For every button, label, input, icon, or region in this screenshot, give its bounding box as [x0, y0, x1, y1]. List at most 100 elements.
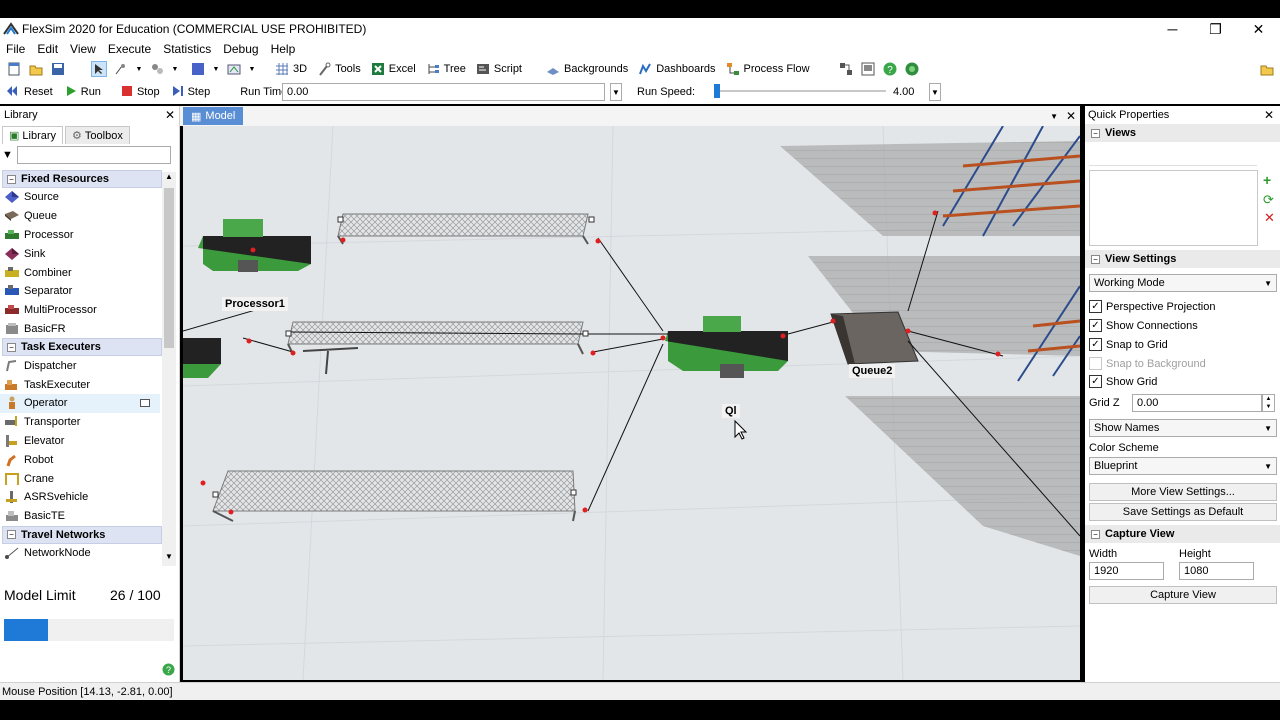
library-item-networknode[interactable]: NetworkNode	[0, 544, 160, 563]
view-mode-select[interactable]: Working Mode ▼	[1089, 274, 1277, 292]
refresh-icon[interactable]: ⟳	[1263, 192, 1274, 208]
library-item-asrsvehicle[interactable]: ASRSvehicle	[0, 488, 160, 507]
help-icon[interactable]: ?	[882, 61, 898, 77]
collapse-icon[interactable]: −	[1091, 529, 1100, 539]
library-item-separator[interactable]: Separator	[0, 282, 160, 301]
connect-mode-icon[interactable]	[113, 61, 129, 77]
show-grid-checkbox[interactable]: ✓ Show Grid	[1089, 375, 1157, 388]
delete-view-icon[interactable]: ✕	[1264, 210, 1275, 226]
run-time-dropdown[interactable]: ▼	[610, 83, 622, 101]
tree-button[interactable]: Tree	[426, 62, 466, 76]
processor-left-partial[interactable]	[183, 338, 221, 378]
backgrounds-button[interactable]: Backgrounds	[546, 62, 628, 76]
library-item-crane[interactable]: Crane	[0, 469, 160, 488]
model-3d-view[interactable]: Processor1 Queue2 Ql	[183, 126, 1080, 680]
library-item-dispatcher[interactable]: Dispatcher	[0, 356, 160, 375]
library-item-multiprocessor[interactable]: MultiProcessor	[0, 301, 160, 320]
checkbox-box[interactable]: ✓	[1089, 375, 1102, 388]
views-name-field[interactable]	[1089, 148, 1257, 166]
help-icon[interactable]: ?	[162, 663, 175, 679]
tab-library[interactable]: ▣ Library	[2, 126, 64, 144]
grid-z-input[interactable]: 0.00	[1132, 394, 1262, 412]
chevron-down-icon[interactable]: ▼	[212, 61, 220, 77]
reset-button[interactable]: Reset	[6, 85, 53, 100]
view-settings-section-header[interactable]: − View Settings	[1085, 250, 1280, 268]
run-speed-thumb[interactable]	[714, 84, 720, 98]
processor-center[interactable]	[665, 316, 788, 378]
run-speed-dropdown[interactable]: ▼	[929, 83, 941, 101]
add-view-icon[interactable]: +	[1263, 172, 1271, 188]
collapse-icon[interactable]: −	[7, 530, 16, 540]
collapse-icon[interactable]: −	[1091, 254, 1100, 264]
views-list[interactable]	[1089, 170, 1258, 246]
run-button[interactable]: Run	[65, 85, 101, 100]
scroll-thumb[interactable]	[164, 188, 174, 348]
close-icon[interactable]: ✕	[1264, 108, 1274, 122]
library-item-elevator[interactable]: Elevator	[0, 432, 160, 451]
restore-button[interactable]: ❐	[1194, 18, 1237, 40]
drag-handle-icon[interactable]	[140, 398, 150, 407]
collapse-icon[interactable]: −	[1091, 128, 1100, 138]
filter-input[interactable]	[16, 146, 171, 164]
collapse-icon[interactable]: −	[7, 342, 16, 352]
close-icon[interactable]: ✕	[165, 108, 175, 122]
select-mode-icon[interactable]	[91, 61, 107, 77]
category-travel-networks[interactable]: − Travel Networks	[2, 525, 162, 544]
capture-view-section-header[interactable]: − Capture View	[1085, 525, 1280, 543]
tools-button[interactable]: Tools	[317, 62, 361, 76]
stop-button[interactable]: Stop	[121, 85, 160, 100]
library-item-robot[interactable]: Robot	[0, 450, 160, 469]
tab-model[interactable]: ▦ Model	[183, 107, 244, 125]
chevron-down-icon[interactable]: ▼	[135, 61, 143, 77]
menu-execute[interactable]: Execute	[102, 42, 157, 56]
snap-to-grid-checkbox[interactable]: ✓ Snap to Grid	[1089, 338, 1168, 351]
run-speed-slider[interactable]	[716, 90, 886, 92]
menu-view[interactable]: View	[64, 42, 102, 56]
menu-edit[interactable]: Edit	[31, 42, 64, 56]
object-icon[interactable]	[226, 61, 242, 77]
step-button[interactable]: Step	[172, 85, 210, 100]
library-item-sink[interactable]: Sink	[0, 244, 160, 263]
library-item-transporter[interactable]: Transporter	[0, 413, 160, 432]
library-item-operator[interactable]: Operator	[0, 393, 160, 413]
3d-button[interactable]: 3D	[275, 62, 307, 76]
chevron-down-icon[interactable]: ▼	[248, 61, 256, 77]
tab-list-dropdown-icon[interactable]: ▼	[1050, 112, 1058, 121]
grid-z-spinner[interactable]: ▲ ▼	[1262, 394, 1275, 412]
minimize-button[interactable]: ─	[1151, 18, 1194, 40]
model-scene[interactable]	[183, 126, 1080, 680]
process-flow-button[interactable]: Process Flow	[726, 62, 810, 76]
new-model-icon[interactable]	[6, 61, 22, 77]
capture-view-button[interactable]: Capture View	[1089, 586, 1277, 604]
views-section-header[interactable]: − Views	[1085, 124, 1280, 142]
folder-icon[interactable]	[1259, 61, 1275, 77]
capture-width-input[interactable]: 1920	[1089, 562, 1164, 580]
scroll-down-icon[interactable]: ▼	[162, 552, 176, 566]
library-item-combiner[interactable]: Combiner	[0, 263, 160, 282]
library-item-source[interactable]: Source	[0, 188, 160, 207]
show-names-select[interactable]: Show Names ▼	[1089, 419, 1277, 437]
save-settings-default-button[interactable]: Save Settings as Default	[1089, 503, 1277, 521]
library-item-taskexecuter[interactable]: TaskExecuter	[0, 375, 160, 394]
more-view-settings-button[interactable]: More View Settings...	[1089, 483, 1277, 501]
library-scrollbar[interactable]: ▲ ▼	[162, 172, 176, 566]
capture-height-input[interactable]: 1080	[1179, 562, 1254, 580]
checkbox-box[interactable]: ✓	[1089, 319, 1102, 332]
script-button[interactable]: Script	[476, 62, 522, 76]
group-select-icon[interactable]	[149, 61, 165, 77]
tab-toolbox[interactable]: ⚙ Toolbox	[65, 126, 130, 144]
collapse-icon[interactable]: −	[7, 174, 16, 184]
menu-statistics[interactable]: Statistics	[157, 42, 217, 56]
checkbox-box[interactable]: ✓	[1089, 300, 1102, 313]
color-scheme-select[interactable]: Blueprint ▼	[1089, 457, 1277, 475]
library-item-processor[interactable]: Processor	[0, 226, 160, 245]
chevron-down-icon[interactable]: ▼	[171, 61, 179, 77]
show-connections-checkbox[interactable]: ✓ Show Connections	[1089, 319, 1198, 332]
scroll-up-icon[interactable]: ▲	[162, 172, 176, 186]
globe-icon[interactable]	[904, 61, 920, 77]
library-item-queue[interactable]: Queue	[0, 207, 160, 226]
open-folder-icon[interactable]	[28, 61, 44, 77]
checkbox-box[interactable]: ✓	[1089, 338, 1102, 351]
close-icon[interactable]: ✕	[1066, 109, 1076, 123]
layout-icon[interactable]	[838, 61, 854, 77]
